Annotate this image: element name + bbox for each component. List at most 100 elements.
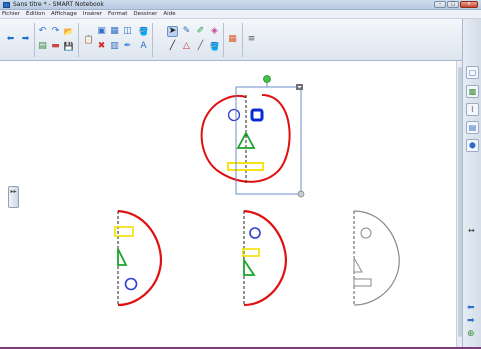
next-page-icon: ➡ — [21, 34, 30, 44]
face-drawing-right[interactable] — [353, 210, 400, 306]
delete-icon: ✖ — [97, 41, 106, 51]
open-file-icon: 📂 — [63, 27, 74, 36]
undo-button[interactable]: ↶ — [37, 26, 48, 37]
shapes-icon: △ — [183, 41, 190, 51]
fill-button[interactable]: 🪣 — [209, 41, 220, 52]
addons-toolbar-button[interactable]: 🪣 — [138, 26, 149, 37]
close-button[interactable]: x — [460, 1, 478, 8]
select-button[interactable]: ➤ — [167, 26, 178, 37]
attachments-icon: ⌇ — [470, 104, 475, 114]
color-palette-icon: ▦ — [228, 34, 237, 44]
pen-button[interactable]: ✎ — [181, 26, 192, 37]
addons-icon: ⬢ — [469, 140, 476, 150]
menu-inserer[interactable]: Insérer — [83, 10, 102, 18]
resize-handle[interactable] — [297, 190, 305, 198]
screen-shade-icon: ▬ — [51, 41, 60, 51]
addons-tab[interactable]: ⬢ — [466, 139, 479, 152]
previous-page-icon: ⬅ — [6, 34, 15, 44]
select-icon: ➤ — [168, 26, 177, 36]
line-icon: ╱ — [197, 41, 204, 51]
attachments-tab[interactable]: ⌇ — [466, 103, 479, 116]
menu-dessiner[interactable]: Dessiner — [133, 10, 157, 18]
next-page-button[interactable]: ➡ — [20, 34, 31, 45]
line-properties-button[interactable]: ≡ — [246, 34, 257, 45]
color-palette-button[interactable]: ▦ — [227, 34, 238, 45]
open-file-button[interactable]: 📂 — [63, 26, 74, 37]
expand-arrows-icon: ▸▸ — [10, 188, 17, 195]
page-sorter-tab[interactable]: ▢ — [466, 66, 479, 79]
resize-sidebar-control[interactable]: ↔ — [468, 227, 475, 235]
save-button[interactable]: 💾 — [63, 41, 74, 52]
add-page-button[interactable]: ▤ — [37, 41, 48, 52]
paste-button[interactable]: 📋 — [83, 34, 94, 45]
side-tabs: ▢ ▩ ⌇ ▤ ⬢ ↔ ⬅ ➡ ⊕ — [462, 19, 481, 347]
arrow-left-icon[interactable]: ⬅ — [467, 304, 475, 313]
toolbar-separator — [34, 23, 35, 57]
fill-icon: 🪣 — [209, 42, 220, 51]
screen-capture-button[interactable]: ◫ — [122, 26, 133, 37]
maximize-button[interactable]: □ — [447, 1, 459, 8]
arrow-right-icon[interactable]: ➡ — [467, 317, 475, 326]
redo-icon: ↷ — [51, 26, 60, 36]
toolbar-separator — [78, 23, 79, 57]
gallery-tab[interactable]: ▩ — [466, 85, 479, 98]
creative-pen-icon: ✐ — [196, 26, 205, 36]
face-drawing-left[interactable] — [114, 209, 163, 307]
toolbar-separator — [223, 23, 224, 57]
page-sorter-handle[interactable]: ▸▸ — [8, 186, 19, 208]
menu-fichier[interactable]: Fichier — [2, 10, 20, 18]
previous-page-button[interactable]: ⬅ — [5, 34, 16, 45]
eraser-icon: ◈ — [211, 26, 218, 36]
toolbar-separator — [242, 23, 243, 57]
smart-notebook-window: Sans titre * - SMART Notebook – □ x Fich… — [0, 0, 481, 347]
undo-icon: ↶ — [38, 26, 47, 36]
menu-affichage[interactable]: Affichage — [51, 10, 77, 18]
title-bar: Sans titre * - SMART Notebook – □ x — [0, 0, 481, 10]
menu-bar: Fichier Édition Affichage Insérer Format… — [0, 10, 481, 19]
window-controls: – □ x — [434, 1, 478, 8]
full-screen-button[interactable]: ▣ — [96, 26, 107, 37]
menu-edition[interactable]: Édition — [26, 10, 45, 18]
app-icon — [3, 2, 10, 8]
eraser-button[interactable]: ◈ — [209, 26, 220, 37]
whiteboard-canvas[interactable] — [0, 61, 456, 347]
delete-page-button[interactable]: ▬ — [50, 41, 61, 52]
line-icon: ╱ — [169, 41, 176, 51]
screen-capture-icon: ◫ — [123, 26, 132, 36]
add-icon[interactable]: ⊕ — [467, 330, 475, 339]
pen-icon: ✎ — [182, 26, 191, 36]
delete-button[interactable]: ✖ — [96, 41, 107, 52]
main-toolbar: ⬅ ➡ ↶ ↷ 📂 ▤ ▬ 💾 📋 ▣ ✖ ▦ ▥ ◫ ✒ 🪣 A ➤ ✎ ✐ … — [0, 19, 481, 61]
gallery-icon: ▩ — [468, 86, 477, 96]
table-icon: ▦ — [110, 26, 119, 36]
menu-aide[interactable]: Aide — [163, 10, 175, 18]
text-icon: A — [140, 41, 147, 51]
canvas-drawing — [114, 75, 400, 307]
fill-icon: 🪣 — [138, 27, 149, 36]
magic-pen-button[interactable]: ✒ — [122, 41, 133, 52]
properties-icon: ▤ — [468, 122, 477, 132]
table-button[interactable]: ▦ — [109, 26, 120, 37]
text-button[interactable]: A — [138, 41, 149, 52]
face-drawing-top[interactable] — [200, 94, 291, 183]
line-properties-icon: ≡ — [247, 34, 256, 44]
rotate-handle[interactable] — [263, 75, 271, 83]
magic-pen-icon: ✒ — [123, 41, 132, 51]
face-drawing-middle[interactable] — [242, 209, 287, 307]
redo-button[interactable]: ↷ — [50, 26, 61, 37]
toolbar-separator — [152, 23, 153, 57]
line-tool-button[interactable]: ╱ — [195, 41, 206, 52]
window-title: Sans titre * - SMART Notebook — [13, 1, 104, 8]
add-page-icon: ▤ — [38, 41, 47, 51]
creative-pen-button[interactable]: ✐ — [195, 26, 206, 37]
full-screen-icon: ▣ — [97, 26, 106, 36]
menu-format[interactable]: Format — [108, 10, 127, 18]
doc-camera-button[interactable]: ▥ — [109, 41, 120, 52]
save-icon: 💾 — [63, 42, 74, 51]
shapes-button[interactable]: △ — [181, 41, 192, 52]
doc-camera-icon: ▥ — [110, 41, 119, 51]
properties-tab[interactable]: ▤ — [466, 121, 479, 134]
paste-icon: 📋 — [83, 35, 94, 44]
minimize-button[interactable]: – — [434, 1, 446, 8]
line-button[interactable]: ╱ — [167, 41, 178, 52]
